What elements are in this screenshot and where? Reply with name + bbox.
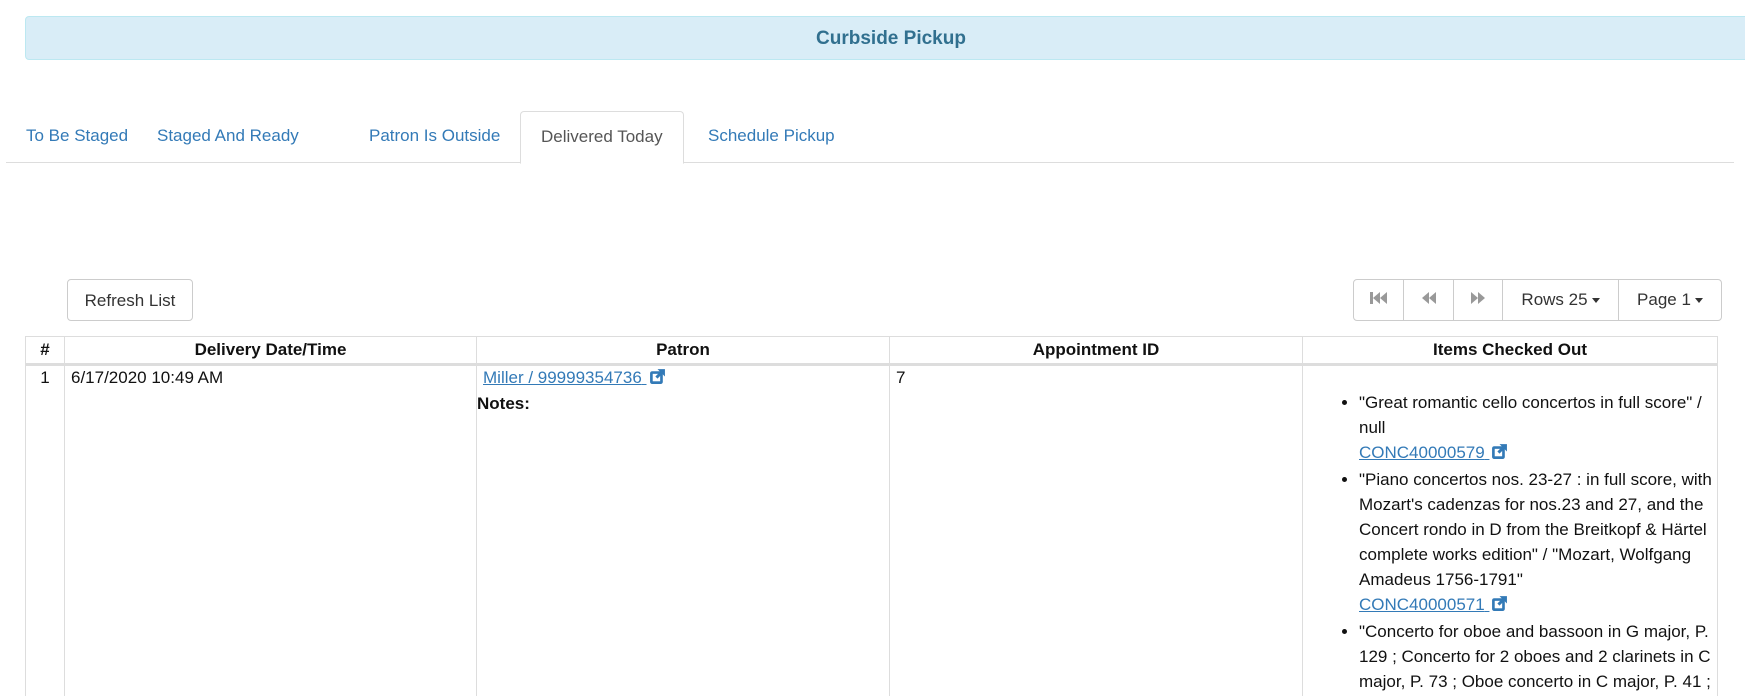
item-title: "Great romantic cello concertos in full … — [1359, 393, 1702, 437]
item-title: "Piano concertos nos. 23-27 : in full sc… — [1359, 470, 1712, 589]
items-checked-out-cell: "Great romantic cello concertos in full … — [1303, 365, 1718, 696]
column-header-delivery-datetime[interactable]: Delivery Date/Time — [65, 337, 477, 365]
tab-staged-and-ready[interactable]: Staged And Ready — [137, 111, 319, 163]
notes-label: Notes: — [477, 394, 883, 414]
tab-delivered-today[interactable]: Delivered Today — [520, 111, 684, 164]
first-page-icon — [1369, 292, 1389, 309]
item-barcode-text: CONC40000579 — [1359, 443, 1485, 462]
page-title: Curbside Pickup — [26, 28, 1745, 50]
item-title: "Concerto for oboe and bassoon in G majo… — [1359, 622, 1711, 691]
external-link-icon[interactable] — [1491, 442, 1508, 467]
page-banner: Curbside Pickup — [25, 16, 1745, 60]
tab-schedule-pickup[interactable]: Schedule Pickup — [688, 111, 855, 163]
previous-page-button[interactable] — [1403, 280, 1453, 320]
items-list: "Great romantic cello concertos in full … — [1309, 390, 1717, 694]
tab-patron-is-outside[interactable]: Patron Is Outside — [349, 111, 520, 163]
next-page-icon — [1469, 292, 1487, 309]
rows-per-page-dropdown[interactable]: Rows 25 — [1502, 280, 1618, 320]
list-item: "Piano concertos nos. 23-27 : in full sc… — [1359, 467, 1717, 619]
refresh-list-button[interactable]: Refresh List — [67, 279, 193, 321]
tab-to-be-staged[interactable]: To Be Staged — [6, 111, 148, 163]
page-select-label: Page 1 — [1637, 290, 1691, 309]
appointment-id: 7 — [890, 365, 1303, 696]
delivered-table: # Delivery Date/Time Patron Appointment … — [25, 336, 1718, 696]
pagination-controls: Rows 25 Page 1 — [1353, 279, 1722, 321]
table-row: 1 6/17/2020 10:49 AM Miller / 9999935473… — [26, 365, 1718, 696]
external-link-icon[interactable] — [649, 368, 666, 390]
first-page-button[interactable] — [1354, 280, 1403, 320]
item-barcode-link[interactable]: CONC40000571 — [1359, 595, 1489, 614]
table-header-row: # Delivery Date/Time Patron Appointment … — [26, 337, 1718, 365]
tab-bar: To Be Staged Staged And Ready Patron Is … — [6, 111, 1734, 163]
column-header-items-checked-out[interactable]: Items Checked Out — [1303, 337, 1718, 365]
list-item: "Concerto for oboe and bassoon in G majo… — [1359, 619, 1717, 694]
column-header-appointment-id[interactable]: Appointment ID — [890, 337, 1303, 365]
list-item: "Great romantic cello concertos in full … — [1359, 390, 1717, 467]
chevron-down-icon — [1695, 298, 1703, 303]
patron-cell: Miller / 99999354736 Notes: — [477, 365, 890, 696]
external-link-icon[interactable] — [1491, 594, 1508, 619]
item-barcode-link[interactable]: CONC40000579 — [1359, 443, 1489, 462]
rows-per-page-label: Rows 25 — [1521, 290, 1587, 309]
delivery-datetime: 6/17/2020 10:49 AM — [65, 365, 477, 696]
item-barcode-text: CONC40000571 — [1359, 595, 1485, 614]
patron-link-text: Miller / 99999354736 — [483, 368, 642, 387]
column-header-number[interactable]: # — [26, 337, 65, 365]
row-number: 1 — [26, 365, 65, 696]
previous-page-icon — [1420, 292, 1438, 309]
patron-link[interactable]: Miller / 99999354736 — [483, 368, 647, 387]
page-select-dropdown[interactable]: Page 1 — [1618, 280, 1721, 320]
column-header-patron[interactable]: Patron — [477, 337, 890, 365]
chevron-down-icon — [1592, 298, 1600, 303]
next-page-button[interactable] — [1453, 280, 1502, 320]
